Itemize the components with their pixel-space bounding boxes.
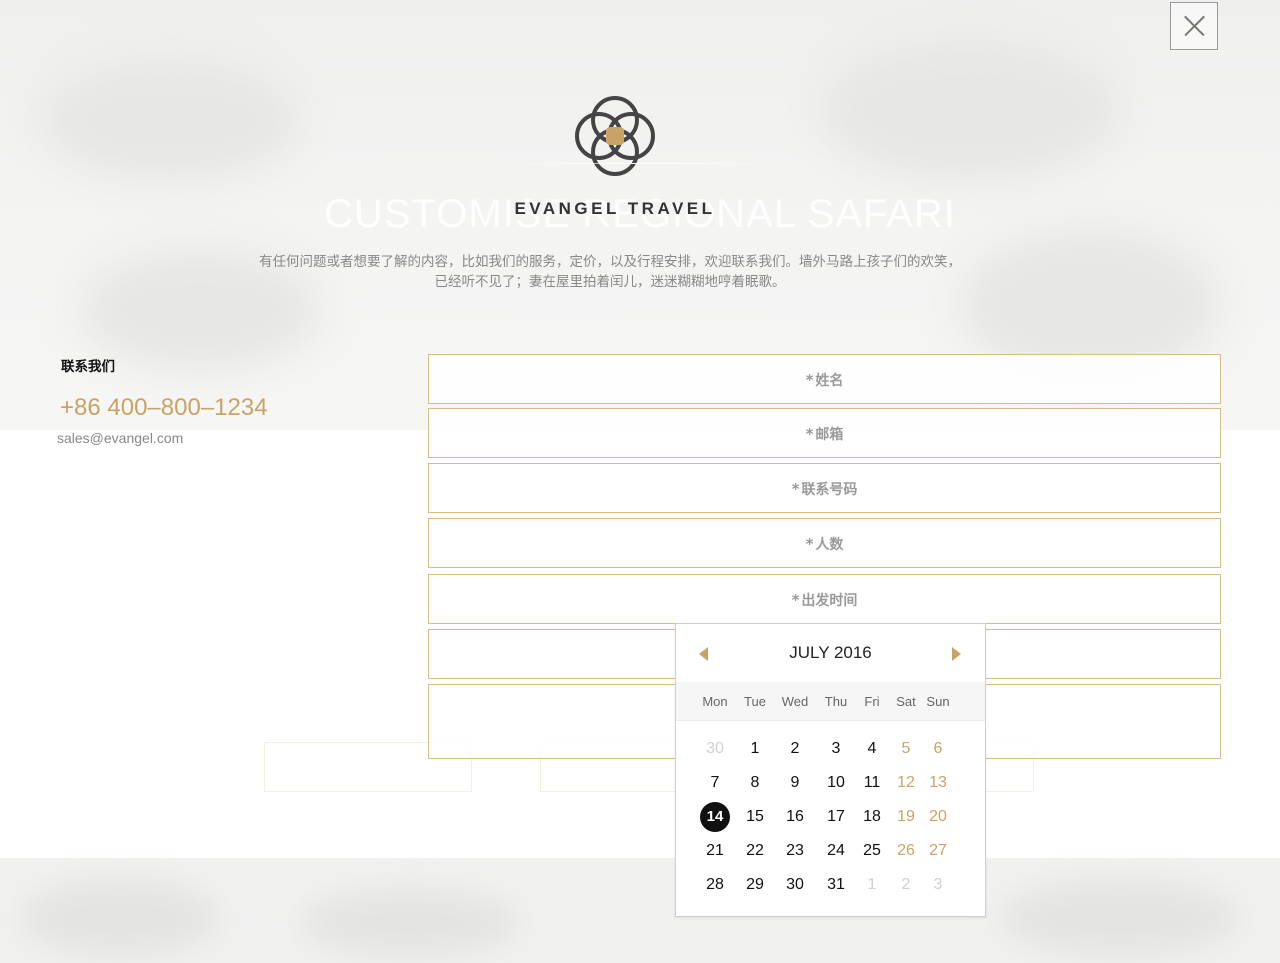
footer-background xyxy=(0,858,1280,963)
brand-name: EVANGEL TRAVEL xyxy=(514,199,716,218)
weekday-label: Wed xyxy=(781,694,809,709)
people-placeholder: 人数 xyxy=(815,537,844,553)
required-mark: * xyxy=(805,425,814,443)
calendar-day[interactable]: 5 xyxy=(890,737,922,761)
email-placeholder: 邮箱 xyxy=(815,427,844,443)
intro-text: 有任何问题或者想要了解的内容，比如我们的服务，定价，以及行程安排，欢迎联系我们。… xyxy=(240,252,980,292)
calendar-day[interactable]: 6 xyxy=(922,737,954,761)
calendar-day[interactable]: 30 xyxy=(779,873,811,897)
required-mark: * xyxy=(805,535,814,553)
calendar-day[interactable]: 11 xyxy=(856,771,888,795)
datepicker-header: JULY 2016 xyxy=(676,624,985,682)
calendar-day[interactable]: 27 xyxy=(922,839,954,863)
intro-line: 已经听不见了；妻在屋里拍着闰儿，迷迷糊糊地哼着眠歌。 xyxy=(434,274,786,290)
calendar-day[interactable]: 15 xyxy=(739,805,771,829)
people-field[interactable]: * 人数 xyxy=(428,518,1221,568)
weekday-label: Thu xyxy=(824,694,848,709)
logo-divider-right xyxy=(602,163,812,164)
calendar-day[interactable]: 22 xyxy=(739,839,771,863)
calendar-day[interactable]: 3 xyxy=(922,873,954,897)
calendar-day[interactable]: 4 xyxy=(856,737,888,761)
weekday-label: Tue xyxy=(744,694,766,709)
phone-field[interactable]: * 联系号码 xyxy=(428,463,1221,513)
phone-placeholder: 联系号码 xyxy=(801,482,858,498)
contact-email[interactable]: sales@evangel.com xyxy=(57,430,183,446)
contact-heading: 联系我们 xyxy=(61,359,115,375)
required-mark: * xyxy=(791,480,800,498)
calendar-day[interactable]: 13 xyxy=(922,771,954,795)
calendar-day[interactable]: 12 xyxy=(890,771,922,795)
calendar-day[interactable]: 18 xyxy=(856,805,888,829)
weekday-label: Sun xyxy=(926,694,950,709)
calendar-day[interactable]: 7 xyxy=(699,771,731,795)
datepicker-month-title: JULY 2016 xyxy=(789,643,872,662)
weekday-label: Mon xyxy=(702,694,728,709)
calendar-day[interactable]: 25 xyxy=(856,839,888,863)
calendar-day[interactable]: 28 xyxy=(699,873,731,897)
intro-line: 有任何问题或者想要了解的内容，比如我们的服务，定价，以及行程安排，欢迎联系我们。… xyxy=(259,254,961,270)
calendar-day[interactable]: 1 xyxy=(856,873,888,897)
calendar-day[interactable]: 9 xyxy=(779,771,811,795)
calendar-day[interactable]: 1 xyxy=(739,737,771,761)
calendar-day[interactable]: 20 xyxy=(922,805,954,829)
close-button[interactable] xyxy=(1170,2,1218,50)
calendar-day[interactable]: 17 xyxy=(820,805,852,829)
calendar-day[interactable]: 30 xyxy=(699,737,731,761)
calendar-day[interactable]: 2 xyxy=(890,873,922,897)
required-mark: * xyxy=(805,371,814,389)
contact-phone[interactable]: +86 400–800–1234 xyxy=(60,394,268,422)
calendar-day[interactable]: 21 xyxy=(699,839,731,863)
selected-day[interactable]: 14 xyxy=(700,802,730,832)
name-placeholder: 姓名 xyxy=(815,373,844,389)
email-field[interactable]: * 邮箱 xyxy=(428,408,1221,458)
calendar-day[interactable]: 23 xyxy=(779,839,811,863)
required-mark: * xyxy=(791,591,800,609)
brand-logo xyxy=(575,96,655,176)
calendar-day[interactable]: 16 xyxy=(779,805,811,829)
calendar-day[interactable]: 8 xyxy=(739,771,771,795)
calendar-day[interactable]: 2 xyxy=(779,737,811,761)
calendar-day[interactable]: 29 xyxy=(739,873,771,897)
calendar-day[interactable]: 3 xyxy=(820,737,852,761)
name-field[interactable]: * 姓名 xyxy=(428,354,1221,404)
departure-date-field[interactable]: * 出发时间 xyxy=(428,574,1221,624)
datepicker-weekdays: Mon Tue Wed Thu Fri Sat Sun xyxy=(676,682,985,721)
calendar-day[interactable]: 10 xyxy=(820,771,852,795)
departure-date-placeholder: 出发时间 xyxy=(801,593,858,609)
calendar-day[interactable]: 24 xyxy=(820,839,852,863)
calendar-day[interactable]: 31 xyxy=(820,873,852,897)
datepicker: JULY 2016 Mon Tue Wed Thu Fri Sat Sun 30 1 2 3 4 5 6… xyxy=(675,623,986,917)
chevron-right-icon[interactable] xyxy=(952,647,961,661)
calendar-day[interactable]: 19 xyxy=(890,805,922,829)
calendar-day[interactable]: 26 xyxy=(890,839,922,863)
